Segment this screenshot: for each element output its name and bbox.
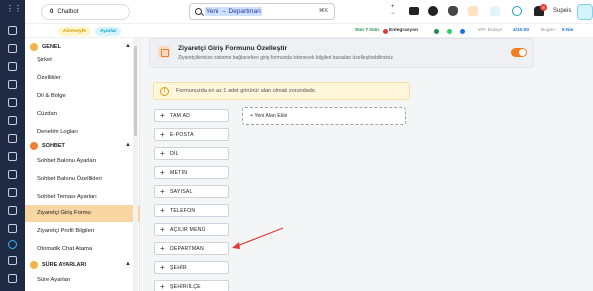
sidebar-item-balon-ozellikleri[interactable]: Sohbet Balonu Özellikleri — [25, 171, 140, 188]
clock-section-icon — [30, 261, 38, 269]
gift-icon[interactable] — [468, 6, 478, 16]
user-name[interactable]: Supeis — [553, 8, 571, 14]
search-icon — [195, 8, 202, 15]
search-query: Yeni → Departman — [205, 7, 262, 16]
share-icon[interactable] — [8, 256, 17, 265]
section-sohbet[interactable]: SOHBET ▲ — [25, 139, 140, 153]
app-root: ⋮⋮ 0 Chatbot Yeni → Departman ⌘K + − 8 S… — [0, 0, 593, 291]
wp-balance-value: 4/10.00 — [513, 28, 530, 33]
chevron-up-icon[interactable]: ▲ — [125, 261, 131, 267]
contacts-icon[interactable] — [8, 62, 17, 71]
section-title: SÜRE AYARLARI — [42, 262, 87, 268]
chat-section-icon — [30, 142, 38, 150]
scrollbar-thumb[interactable] — [134, 46, 137, 136]
sidebar-item-profil-bilgileri[interactable]: Ziyaretçi Profil Bilgileri — [25, 223, 140, 240]
plan-chip[interactable]: Ainesoyfe — [58, 27, 91, 36]
annotation-arrow — [232, 227, 284, 249]
rocket-icon[interactable] — [448, 6, 458, 16]
messenger-icon — [460, 29, 465, 34]
today-value: 5 Nis — [562, 28, 574, 33]
chatbot-selector[interactable]: 0 Chatbot — [41, 4, 130, 20]
chatbot-label: Chatbot — [57, 9, 79, 15]
sidebar-item-cuzdan[interactable]: Cüzdan — [25, 106, 140, 123]
integration-label[interactable]: Entegrasyon — [389, 28, 418, 33]
wp-balance-label: WP. Bakiye: — [478, 28, 504, 33]
reports-icon[interactable] — [8, 152, 17, 161]
top-bar: 0 Chatbot Yeni → Departman ⌘K + − 8 Supeis — [25, 0, 593, 24]
plus-minus-icon[interactable]: + − — [391, 4, 401, 18]
telegram-icon[interactable] — [490, 6, 500, 16]
info-icon[interactable] — [428, 6, 438, 16]
grid-icon[interactable] — [8, 134, 17, 143]
inbox-icon[interactable] — [8, 44, 17, 53]
analytics-icon[interactable] — [8, 188, 17, 197]
sidebar-item-otomatik-atama[interactable]: Otomatik Chat Atama — [25, 241, 140, 258]
section-sure-ayarlari[interactable]: SÜRE AYARLARI ▲ — [25, 258, 140, 272]
settings-chip[interactable]: Ayarlar — [95, 27, 122, 36]
search-input[interactable]: Yeni → Departman ⌘K — [189, 3, 335, 20]
chevron-up-icon[interactable]: ▲ — [125, 43, 131, 49]
general-icon — [30, 43, 38, 51]
status-bar: Ainesoyfe Ayarlar Son 7 Gün Entegrasyon … — [25, 24, 593, 38]
sidebar-item-balon-ayarlari[interactable]: Sohbet Balonu Ayarları — [25, 153, 140, 170]
mail-icon[interactable] — [409, 7, 419, 15]
sidebar-item-tema-ayarlari[interactable]: Sohbet Teması Ayarları — [25, 189, 140, 206]
sidebar-item-sure-ayarlari[interactable]: Süre Ayarları — [25, 272, 140, 289]
bolt-icon[interactable] — [8, 206, 17, 215]
notification-badge: 8 — [540, 4, 547, 11]
section-title: SOHBET — [42, 143, 65, 149]
tickets-icon[interactable] — [8, 116, 17, 125]
whatsapp-icon — [447, 29, 452, 34]
days-left: Son 7 Gün — [355, 28, 379, 33]
chat-icon[interactable] — [8, 26, 17, 35]
chatbot-count: 0 — [50, 9, 54, 15]
help-icon[interactable] — [512, 6, 522, 16]
icon-rail: ⋮⋮ — [0, 0, 25, 291]
wifi-icon — [434, 29, 439, 34]
section-title: GENEL — [42, 44, 61, 50]
settings-sidebar: GENEL ▲ Şirket Özellikler Dil & Bölge Cü… — [25, 38, 140, 291]
settings-icon[interactable] — [8, 240, 17, 249]
main-content: Ziyaretçi Giriş Formunu Özelleştir Ziyar… — [140, 38, 593, 291]
team-icon[interactable] — [8, 170, 17, 179]
logout-icon[interactable] — [8, 274, 17, 283]
calendar-icon[interactable] — [8, 98, 17, 107]
chevron-up-icon[interactable]: ▲ — [125, 142, 131, 148]
sidebar-item-dil-bolge[interactable]: Dil & Bölge — [25, 88, 140, 105]
sidebar-item-giris-formu[interactable]: Ziyaretçi Giriş Formu — [25, 205, 140, 222]
sidebar-item-sirket[interactable]: Şirket — [25, 52, 140, 69]
integration-dot — [383, 29, 388, 34]
today-label: Bugün: — [541, 28, 557, 33]
search-shortcut: ⌘K — [318, 8, 328, 14]
sidebar-item-ozellikler[interactable]: Özellikler — [25, 70, 140, 87]
apps-icon[interactable] — [8, 224, 17, 233]
sidebar-scrollbar[interactable] — [133, 38, 138, 291]
mail-icon[interactable] — [8, 80, 17, 89]
menu-icon[interactable]: ⋮⋮ — [6, 4, 22, 14]
avatar[interactable] — [577, 4, 593, 20]
